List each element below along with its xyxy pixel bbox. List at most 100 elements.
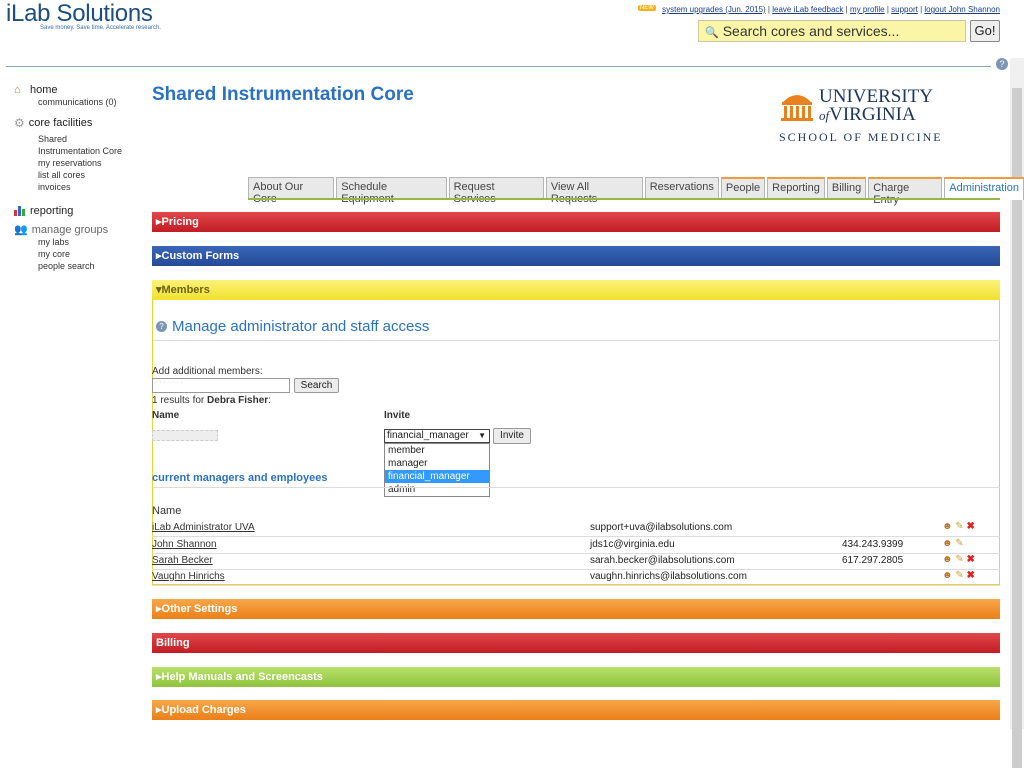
sidebar-item-my-labs[interactable]: my labs	[38, 236, 144, 248]
go-button[interactable]: Go!	[970, 20, 1000, 42]
link-my-profile[interactable]: my profile	[850, 5, 885, 14]
section-help-manuals[interactable]: ▸Help Manuals and Screencasts	[152, 667, 1000, 687]
gear-icon: ⚙	[14, 116, 25, 130]
option-member[interactable]: member	[385, 444, 489, 457]
tab-billing[interactable]: Billing	[826, 177, 867, 200]
list-col-name: Name	[152, 505, 182, 517]
pencil-icon[interactable]: ✎	[955, 554, 963, 565]
section-members[interactable]: ▾Members	[152, 280, 1000, 300]
delete-icon[interactable]: ✖	[966, 521, 974, 532]
table-row: iLab Administrator UVA support+uva@ilabs…	[152, 520, 1000, 537]
person-icon[interactable]: ☻	[942, 538, 953, 549]
divider	[153, 487, 1000, 488]
app-name: iLab Solutions	[6, 0, 153, 27]
tab-request-services[interactable]: Request Services	[448, 177, 544, 205]
member-name-link[interactable]: Vaughn Hinrichs	[152, 571, 225, 582]
divider	[153, 340, 1000, 341]
search-button[interactable]: Search	[294, 378, 339, 393]
link-support[interactable]: support	[891, 5, 918, 14]
tab-about[interactable]: About Our Core	[248, 177, 335, 205]
option-financial-manager[interactable]: financial_manager	[385, 470, 489, 483]
results-text: 1 results for Debra Fisher:	[152, 395, 271, 406]
section-custom-forms[interactable]: ▸Custom Forms	[152, 246, 1000, 266]
add-members-label: Add additional members:	[152, 366, 263, 377]
role-select[interactable]: financial_manager ▼	[384, 429, 490, 443]
tab-people[interactable]: People	[720, 177, 766, 200]
person-icon[interactable]: ☻	[942, 570, 953, 581]
tab-underline	[248, 198, 1000, 200]
tab-reporting[interactable]: Reporting	[767, 177, 825, 200]
sidebar-item-instrumentation-core[interactable]: Instrumentation Core	[38, 145, 144, 157]
sidebar-item-my-core[interactable]: my core	[38, 248, 144, 260]
sidebar-item-people-search[interactable]: people search	[38, 260, 144, 272]
header-divider	[6, 66, 991, 67]
pencil-icon[interactable]: ✎	[955, 538, 963, 549]
tab-view-all-requests[interactable]: View All Requests	[545, 177, 643, 205]
link-feedback[interactable]: leave iLab feedback	[772, 5, 843, 14]
section-other-settings[interactable]: ▸Other Settings	[152, 599, 1000, 619]
tab-reservations[interactable]: Reservations	[644, 177, 719, 199]
member-phone: 434.243.9399	[842, 539, 904, 550]
help-icon[interactable]: ?	[996, 58, 1008, 70]
tab-schedule-equipment[interactable]: Schedule Equipment	[336, 177, 447, 205]
delete-icon[interactable]: ✖	[966, 570, 974, 581]
page-title: Shared Instrumentation Core	[152, 84, 414, 105]
ilab-logo[interactable]: iLab Solutions Save money. Save time. Ac…	[6, 0, 161, 31]
person-icon[interactable]: ☻	[942, 554, 953, 565]
uva-logo: UNIVERSITY ofVIRGINIA SCHOOL OF MEDICINE	[779, 86, 949, 146]
current-managers-heading: current managers and employees	[152, 472, 328, 484]
top-links: NEW system upgrades (Jun. 2015) | leave …	[637, 5, 1000, 14]
sidebar-item-reporting[interactable]: reporting	[14, 205, 144, 217]
option-manager[interactable]: manager	[385, 457, 489, 470]
member-name-link[interactable]: Sarah Becker	[152, 555, 213, 566]
role-select-value: financial_manager	[387, 430, 469, 441]
option-admin[interactable]: admin	[385, 483, 489, 496]
member-name-link[interactable]: John Shannon	[152, 539, 217, 550]
section-billing[interactable]: Billing	[152, 633, 1000, 653]
chart-icon	[14, 206, 26, 216]
sidebar-home-label: home	[30, 84, 58, 96]
scrollbar[interactable]	[1010, 58, 1024, 768]
member-search-input[interactable]: · · · · · · ·	[152, 378, 290, 393]
sidebar-item-home[interactable]: ⌂ home	[14, 84, 144, 96]
core-tabs: About Our Core Schedule Equipment Reques…	[248, 177, 1024, 206]
sidebar-item-my-reservations[interactable]: my reservations	[38, 157, 144, 169]
members-title-text: Manage administrator and staff access	[172, 318, 430, 335]
help-icon[interactable]: ?	[156, 321, 167, 332]
pencil-icon[interactable]: ✎	[955, 570, 963, 581]
sidebar-reporting-label: reporting	[30, 205, 74, 217]
search-placeholder: Search cores and services...	[722, 23, 900, 39]
app-tagline: Save money. Save time. Accelerate resear…	[40, 25, 161, 31]
new-badge: NEW	[637, 5, 656, 11]
rotunda-icon	[781, 95, 813, 121]
member-email: vaughn.hinrichs@ilabsolutions.com	[590, 571, 747, 582]
member-email: sarah.becker@ilabsolutions.com	[590, 555, 735, 566]
logo-school: SCHOOL OF MEDICINE	[779, 130, 943, 144]
member-email: support+uva@ilabsolutions.com	[590, 522, 733, 533]
link-system-upgrades[interactable]: system upgrades (Jun. 2015)	[662, 5, 766, 14]
tab-administration[interactable]: Administration	[944, 177, 1024, 200]
pencil-icon[interactable]: ✎	[955, 521, 963, 532]
members-title: ? Manage administrator and staff access	[156, 318, 429, 335]
section-upload-charges[interactable]: ▸Upload Charges	[152, 700, 1000, 720]
search-icon: 🔍	[705, 27, 719, 39]
member-name-link[interactable]: iLab Administrator UVA	[152, 522, 255, 533]
person-icon[interactable]: ☻	[942, 521, 953, 532]
sidebar-item-invoices[interactable]: invoices	[38, 181, 144, 193]
sidebar-item-manage-groups[interactable]: 👥 manage groups	[14, 223, 144, 237]
sidebar-item-communications[interactable]: communications (0)	[38, 96, 144, 108]
result-name-redacted	[152, 430, 218, 441]
sidebar-item-list-all-cores[interactable]: list all cores	[38, 169, 144, 181]
member-email: jds1c@virginia.edu	[590, 539, 675, 550]
row-actions: ☻ ✎ ✖	[942, 521, 975, 532]
sidebar-core-label: core facilities	[28, 117, 93, 129]
delete-icon[interactable]: ✖	[966, 554, 974, 565]
sidebar-item-core-facilities[interactable]: ⚙ core facilities	[14, 116, 144, 130]
invite-button[interactable]: Invite	[493, 428, 531, 444]
sidebar-item-shared[interactable]: Shared	[38, 133, 144, 145]
section-pricing[interactable]: ▸Pricing	[152, 212, 1000, 232]
tab-charge-entry[interactable]: Charge Entry	[868, 177, 943, 206]
row-actions: ☻ ✎	[942, 538, 964, 549]
link-logout[interactable]: logout John Shannon	[924, 5, 1000, 14]
search-input[interactable]: 🔍 Search cores and services...	[698, 20, 966, 42]
